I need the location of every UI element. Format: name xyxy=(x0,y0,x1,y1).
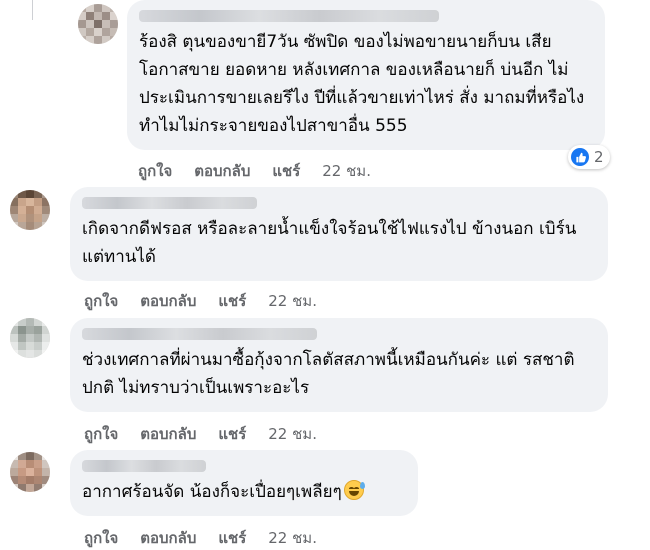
commenter-name-blurred[interactable] xyxy=(139,10,439,22)
reaction-count: 2 xyxy=(594,148,604,166)
avatar[interactable] xyxy=(78,4,118,44)
comment-actions: ถูกใจ ตอบกลับ แชร์ 22 ชม. xyxy=(84,291,317,311)
avatar[interactable] xyxy=(10,318,50,358)
share-link[interactable]: แชร์ xyxy=(272,161,300,181)
commenter-name-blurred[interactable] xyxy=(82,460,206,472)
comment-text: ร้องสิ ตุนของขายี7วัน ซัพปิด ของไม่พอขาย… xyxy=(139,32,585,136)
thread-line xyxy=(32,0,33,20)
like-icon xyxy=(571,148,589,166)
comment-actions: ถูกใจ ตอบกลับ แชร์ 22 ชม. xyxy=(84,528,317,548)
comment-bubble: เกิดจากดีฟรอส หรือละลายน้ำแข็งใจร้อนใช้ไ… xyxy=(70,187,608,281)
grinning-sweat-emoji xyxy=(343,480,365,500)
reply-link[interactable]: ตอบกลับ xyxy=(140,291,196,311)
comment-bubble: ช่วงเทศกาลที่ผ่านมาซื้อกุ้งจากโลตัสสภาพน… xyxy=(70,318,608,412)
comment-text: อากาศร้อนจัด น้องก็จะเปื่อยๆเพลียๆ xyxy=(82,478,406,506)
share-link[interactable]: แชร์ xyxy=(218,424,246,444)
like-link[interactable]: ถูกใจ xyxy=(84,424,118,444)
avatar[interactable] xyxy=(10,190,50,230)
reply-link[interactable]: ตอบกลับ xyxy=(194,161,250,181)
commenter-name-blurred[interactable] xyxy=(82,328,317,340)
timestamp[interactable]: 22 ชม. xyxy=(268,291,317,311)
share-link[interactable]: แชร์ xyxy=(218,291,246,311)
share-link[interactable]: แชร์ xyxy=(218,528,246,548)
timestamp[interactable]: 22 ชม. xyxy=(268,528,317,548)
commenter-name-blurred[interactable] xyxy=(82,197,257,209)
reply-link[interactable]: ตอบกลับ xyxy=(140,424,196,444)
like-link[interactable]: ถูกใจ xyxy=(84,291,118,311)
comment-bubble: ร้องสิ ตุนของขายี7วัน ซัพปิด ของไม่พอขาย… xyxy=(127,0,605,150)
timestamp[interactable]: 22 ชม. xyxy=(322,161,371,181)
like-link[interactable]: ถูกใจ xyxy=(84,528,118,548)
reaction-summary[interactable]: 2 xyxy=(568,145,610,169)
comment-actions: ถูกใจ ตอบกลับ แชร์ 22 ชม. xyxy=(138,161,371,181)
comment-text: ช่วงเทศกาลที่ผ่านมาซื้อกุ้งจากโลตัสสภาพน… xyxy=(82,350,575,398)
comment-actions: ถูกใจ ตอบกลับ แชร์ 22 ชม. xyxy=(84,424,317,444)
comment-text: เกิดจากดีฟรอส หรือละลายน้ำแข็งใจร้อนใช้ไ… xyxy=(82,219,577,267)
comment-bubble: อากาศร้อนจัด น้องก็จะเปื่อยๆเพลียๆ xyxy=(70,450,418,516)
like-link[interactable]: ถูกใจ xyxy=(138,161,172,181)
avatar[interactable] xyxy=(10,452,50,492)
timestamp[interactable]: 22 ชม. xyxy=(268,424,317,444)
reply-link[interactable]: ตอบกลับ xyxy=(140,528,196,548)
